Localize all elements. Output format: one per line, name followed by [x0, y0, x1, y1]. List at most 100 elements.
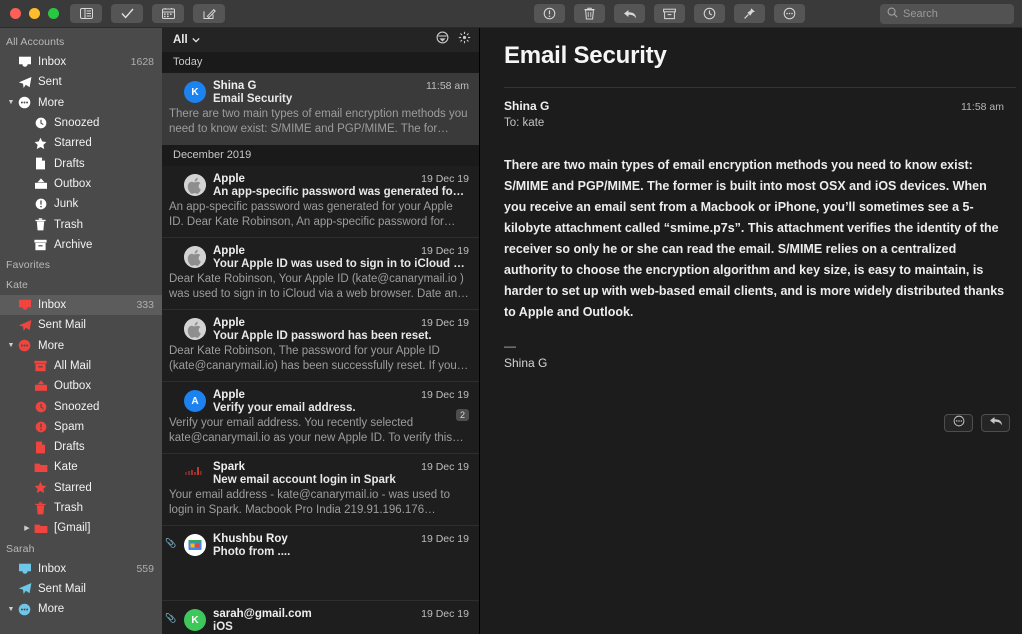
compose-button[interactable] [193, 4, 225, 23]
sidebar-item-spam[interactable]: Spam [0, 417, 162, 437]
reply-button[interactable] [981, 414, 1010, 432]
star-icon [32, 137, 49, 150]
sidebar-item-junk[interactable]: Junk [0, 194, 162, 214]
spam-button[interactable] [534, 4, 565, 23]
mark-read-button[interactable] [111, 4, 143, 23]
unread-filter-button[interactable] [436, 31, 449, 49]
sidebar-item-label: Kate [54, 461, 154, 473]
message-sender: Apple [213, 389, 415, 401]
sidebar-item-drafts[interactable]: Drafts [0, 153, 162, 173]
email-signature: — Shina G [480, 323, 1022, 370]
sidebar-item-more[interactable]: ▼ More [0, 599, 162, 619]
sidebar-item-label: Inbox [38, 56, 131, 68]
message-date: 19 Dec 19 [421, 245, 469, 257]
reading-pane: Email Security Shina G 11:58 am To: kate… [480, 28, 1022, 634]
more-button[interactable] [774, 4, 805, 23]
sidebar-item-starred[interactable]: Starred [0, 478, 162, 498]
disclosure-triangle-icon[interactable]: ▶ [22, 524, 32, 532]
paper-plane-icon [16, 582, 33, 595]
sidebar-item-drafts[interactable]: Drafts [0, 437, 162, 457]
sidebar-item-label: Outbox [54, 380, 154, 392]
sidebar-section-header: Favorites [0, 255, 162, 275]
sidebar-item-snoozed[interactable]: Snoozed [0, 396, 162, 416]
document-icon [32, 441, 49, 454]
sidebar-toggle-button[interactable] [70, 4, 102, 23]
sidebar-item-kate[interactable]: Kate [0, 457, 162, 477]
more-actions-button[interactable] [944, 414, 973, 432]
snooze-button[interactable] [694, 4, 725, 23]
sidebar-item-inbox[interactable]: Inbox333 [0, 295, 162, 315]
sidebar-item-sent[interactable]: Sent [0, 72, 162, 92]
list-item[interactable]: Apple19 Dec 19Your Apple ID password has… [162, 310, 479, 382]
message-subject: An app-specific password was generated f… [213, 186, 469, 198]
sidebar-item-inbox[interactable]: Inbox559 [0, 559, 162, 579]
message-sender: sarah@gmail.com [213, 608, 415, 620]
clock-icon [703, 7, 716, 20]
sidebar-item-sent-mail[interactable]: Sent Mail [0, 579, 162, 599]
list-item[interactable]: Apple19 Dec 19An app-specific password w… [162, 166, 479, 238]
sidebar-item-label: Trash [54, 502, 154, 514]
message-subject: Email Security [213, 93, 469, 105]
avatar: K [184, 81, 206, 103]
search-field[interactable]: Search [880, 4, 1014, 24]
list-item[interactable]: 📎Ksarah@gmail.com19 Dec 19iOSSent from S… [162, 601, 479, 634]
disclosure-triangle-icon[interactable]: ▼ [6, 99, 16, 106]
sidebar-item-label: Drafts [54, 158, 154, 170]
sidebar[interactable]: All AccountsInbox1628Sent▼MoreSnoozedSta… [0, 28, 162, 634]
list-item[interactable]: AApple19 Dec 19Verify your email address… [162, 382, 479, 454]
chevron-down-icon [192, 34, 200, 46]
sidebar-item-starred[interactable]: Starred [0, 133, 162, 153]
sidebar-item-outbox[interactable]: Outbox [0, 376, 162, 396]
disclosure-triangle-icon[interactable]: ▼ [6, 606, 16, 613]
list-item[interactable]: Spark19 Dec 19New email account login in… [162, 454, 479, 526]
smart-sort-button[interactable] [458, 31, 471, 49]
minimize-window-button[interactable] [29, 8, 40, 19]
sidebar-item-sent-mail[interactable]: Sent Mail [0, 315, 162, 335]
sidebar-item-label: Sent [38, 76, 154, 88]
trash-icon [32, 218, 49, 231]
sidebar-item-outbox[interactable]: Outbox [0, 174, 162, 194]
attachment-icon: 📎 [165, 613, 176, 624]
sparkle-icon [458, 31, 471, 49]
sidebar-item-archive[interactable]: Archive [0, 235, 162, 255]
inbox-icon [16, 56, 33, 68]
message-subject: iOS [213, 621, 469, 633]
close-window-button[interactable] [10, 8, 21, 19]
toolbar-left-group [70, 4, 225, 23]
sidebar-item-snoozed[interactable]: Snoozed [0, 113, 162, 133]
message-list[interactable]: TodayKShina G11:58 amEmail SecurityThere… [162, 52, 479, 634]
document-icon [32, 157, 49, 170]
list-item[interactable]: KShina G11:58 amEmail SecurityThere are … [162, 73, 479, 145]
archive-button[interactable] [654, 4, 685, 23]
disclosure-triangle-icon[interactable]: ▼ [6, 342, 16, 349]
sidebar-item-label: More [38, 603, 154, 615]
list-item[interactable]: Apple19 Dec 19Your Apple ID was used to … [162, 238, 479, 310]
message-subject: Your Apple ID was used to sign in to iCl… [213, 258, 469, 270]
message-group-header: Today [162, 52, 479, 73]
list-filter-dropdown[interactable]: All [173, 34, 200, 46]
outbox-icon [32, 178, 49, 190]
list-item[interactable]: 📎 Khushbu Roy19 Dec 19Photo from .... [162, 526, 479, 601]
mail-app-window: Search All AccountsInbox1628Sent▼MoreSno… [0, 0, 1022, 634]
sidebar-item-trash[interactable]: Trash [0, 214, 162, 234]
sidebar-item-label: [Gmail] [54, 522, 154, 534]
reply-arrow-icon [623, 8, 637, 20]
sidebar-item-more[interactable]: ▼More [0, 93, 162, 113]
paper-plane-icon [16, 319, 33, 332]
avatar [184, 246, 206, 268]
exclamation-circle-icon [543, 7, 556, 20]
sidebar-item-inbox[interactable]: Inbox1628 [0, 52, 162, 72]
message-preview: Your email address - kate@canarymail.io … [169, 488, 469, 517]
sidebar-item-trash[interactable]: Trash [0, 498, 162, 518]
reply-button[interactable] [614, 4, 645, 23]
message-sender: Spark [213, 461, 415, 473]
pin-button[interactable] [734, 4, 765, 23]
sidebar-item-all-mail[interactable]: All Mail [0, 356, 162, 376]
calendar-button[interactable] [152, 4, 184, 23]
delete-button[interactable] [574, 4, 605, 23]
email-body: There are two main types of email encryp… [480, 129, 1022, 323]
sidebar-item-gmail[interactable]: ▶ [Gmail] [0, 518, 162, 538]
maximize-window-button[interactable] [48, 8, 59, 19]
sidebar-item-more[interactable]: ▼More [0, 336, 162, 356]
window-controls [0, 8, 70, 19]
